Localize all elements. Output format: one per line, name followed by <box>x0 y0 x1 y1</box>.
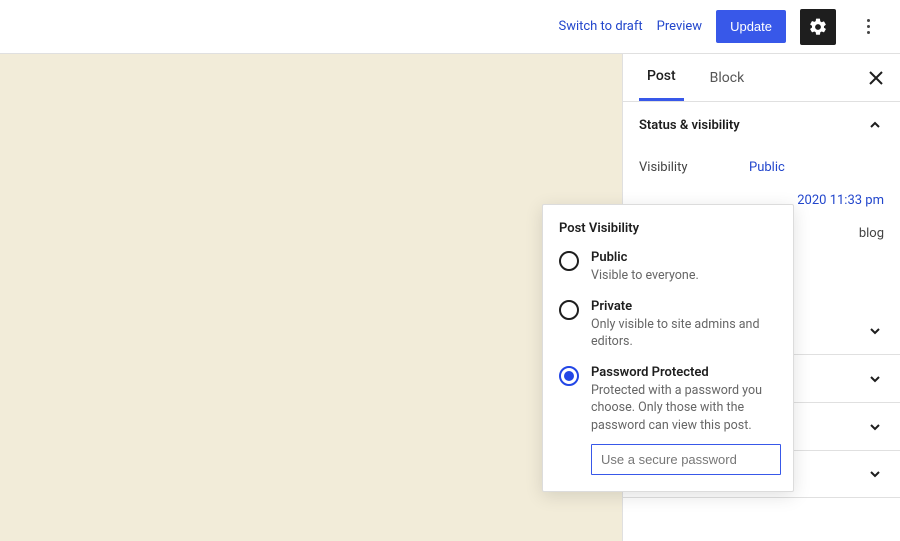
chevron-down-icon <box>866 370 884 388</box>
visibility-option-private[interactable]: Private Only visible to site admins and … <box>559 299 777 351</box>
update-button[interactable]: Update <box>716 10 786 43</box>
settings-button[interactable] <box>800 9 836 45</box>
close-sidebar-button[interactable] <box>864 66 888 90</box>
option-desc: Protected with a password you choose. On… <box>591 382 777 435</box>
post-visibility-popover: Post Visibility Public Visible to everyo… <box>542 204 794 492</box>
option-desc: Only visible to site admins and editors. <box>591 316 777 351</box>
option-label: Public <box>591 250 699 265</box>
chevron-down-icon <box>866 418 884 436</box>
chevron-up-icon <box>866 116 884 134</box>
tab-post[interactable]: Post <box>639 54 684 101</box>
options-dots-icon <box>867 19 870 34</box>
tab-block[interactable]: Block <box>702 56 753 100</box>
radio-icon <box>559 366 579 386</box>
switch-to-draft-link[interactable]: Switch to draft <box>558 19 642 34</box>
visibility-option-password[interactable]: Password Protected Protected with a pass… <box>559 365 777 435</box>
preview-link[interactable]: Preview <box>657 19 702 34</box>
visibility-option-public[interactable]: Public Visible to everyone. <box>559 250 777 285</box>
gear-icon <box>808 17 828 37</box>
password-input[interactable] <box>591 444 781 475</box>
visibility-value-link[interactable]: Public <box>749 160 785 175</box>
option-label: Password Protected <box>591 365 777 380</box>
options-button[interactable] <box>850 9 886 45</box>
option-desc: Visible to everyone. <box>591 267 699 285</box>
radio-icon <box>559 251 579 271</box>
option-label: Private <box>591 299 777 314</box>
panel-title: Status & visibility <box>639 118 740 133</box>
editor-canvas[interactable] <box>0 54 622 541</box>
status-visibility-header[interactable]: Status & visibility <box>623 102 900 148</box>
radio-icon <box>559 300 579 320</box>
popover-title: Post Visibility <box>559 221 777 236</box>
visibility-label: Visibility <box>639 160 749 175</box>
chevron-down-icon <box>866 465 884 483</box>
chevron-down-icon <box>866 322 884 340</box>
top-toolbar: Switch to draft Preview Update <box>0 0 900 54</box>
publish-date-link[interactable]: 2020 11:33 pm <box>797 193 884 208</box>
close-icon <box>869 71 883 85</box>
